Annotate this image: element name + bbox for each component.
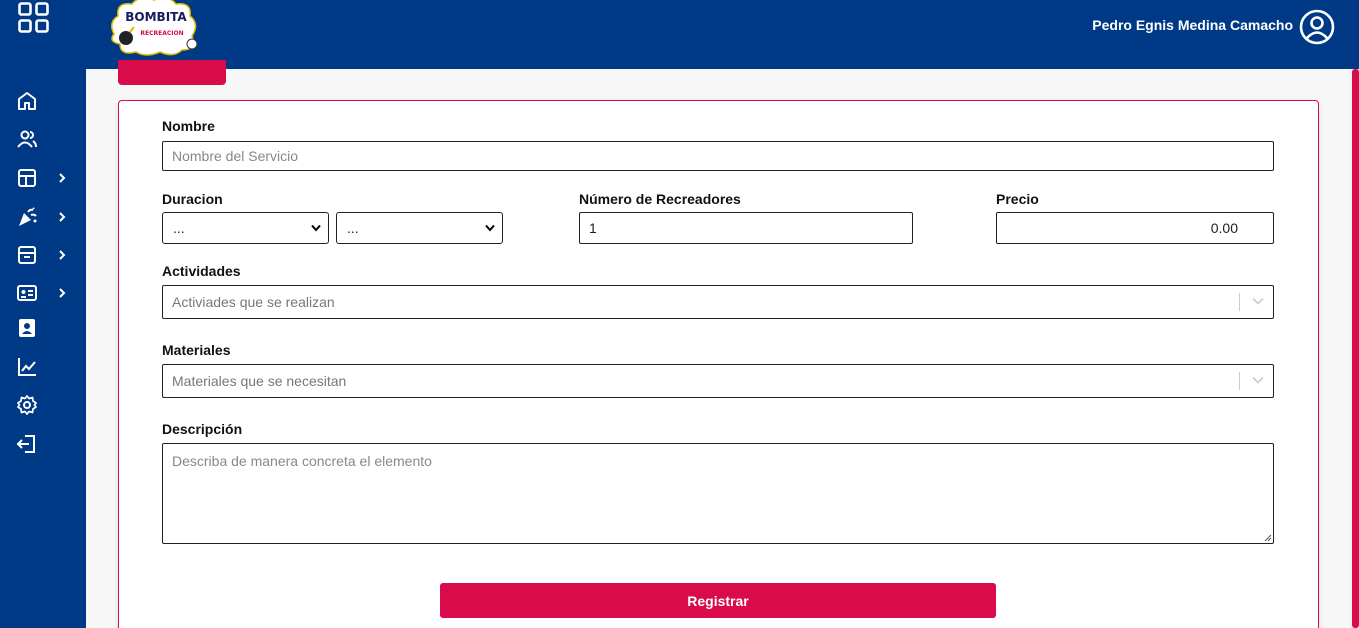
top-bar — [0, 0, 1359, 69]
materiales-placeholder: Materiales que se necesitan — [172, 373, 347, 389]
archive-icon — [18, 246, 36, 264]
contacts-icon — [19, 319, 35, 337]
chevron-right-icon — [59, 173, 66, 183]
apps-grid-icon[interactable] — [18, 2, 50, 34]
recreadores-label: Número de Recreadores — [579, 191, 741, 207]
materiales-label: Materiales — [162, 342, 231, 358]
descripcion-placeholder: Describa de manera concreta el elemento — [172, 453, 432, 469]
settings-icon — [17, 395, 37, 415]
actividades-placeholder: Activiades que se realizan — [172, 294, 335, 310]
duracion-select-2-value: ... — [347, 220, 359, 236]
sidebar-item-cards[interactable] — [16, 281, 76, 305]
logo-text-bottom: RECREACION — [140, 30, 183, 37]
chevron-down-icon[interactable] — [1252, 376, 1264, 384]
actividades-select[interactable]: Activiades que se realizan — [162, 285, 1274, 319]
duracion-label: Duracion — [162, 191, 223, 207]
sidebar — [0, 69, 86, 628]
party-icon — [19, 207, 37, 226]
sidebar-item-logout[interactable] — [16, 432, 76, 456]
nombre-label: Nombre — [162, 118, 215, 134]
sidebar-item-contacts[interactable] — [16, 316, 76, 340]
actividades-label: Actividades — [162, 263, 241, 279]
sidebar-item-settings[interactable] — [16, 393, 76, 417]
brand-logo[interactable]: BOMBITA RECREACION — [106, 0, 202, 58]
duracion-select-1[interactable]: ... — [162, 212, 329, 244]
recreadores-input[interactable]: 1 — [579, 212, 913, 244]
dropdown-separator — [1239, 372, 1240, 390]
materiales-select[interactable]: Materiales que se necesitan — [162, 364, 1274, 398]
sidebar-item-inventory[interactable] — [16, 243, 76, 267]
layout-icon — [18, 169, 36, 187]
logout-icon — [16, 435, 35, 453]
precio-input[interactable]: 0.00 — [996, 212, 1274, 244]
sidebar-item-home[interactable] — [16, 89, 76, 113]
duracion-select-2[interactable]: ... — [336, 212, 503, 244]
sidebar-item-layout[interactable] — [16, 166, 76, 190]
back-button[interactable] — [118, 60, 226, 85]
user-name[interactable]: Pedro Egnis Medina Camacho — [1092, 17, 1293, 33]
chevron-right-icon — [59, 212, 66, 222]
nombre-input[interactable]: Nombre del Servicio — [162, 141, 1274, 171]
id-card-icon — [17, 285, 37, 301]
logo-text-top: BOMBITA — [125, 10, 187, 24]
sidebar-item-reports[interactable] — [16, 355, 76, 379]
sidebar-item-users[interactable] — [16, 127, 76, 151]
chevron-down-icon — [485, 224, 495, 232]
chevron-right-icon — [59, 250, 66, 260]
sidebar-item-services[interactable] — [16, 205, 76, 229]
duracion-select-1-value: ... — [173, 220, 185, 236]
descripcion-textarea[interactable]: Describa de manera concreta el elemento — [162, 443, 1274, 544]
scrollbar-thumb[interactable] — [1352, 69, 1359, 628]
precio-label: Precio — [996, 191, 1039, 207]
descripcion-label: Descripción — [162, 421, 243, 437]
user-account-icon[interactable] — [1299, 9, 1335, 45]
chevron-down-icon[interactable] — [1252, 297, 1264, 305]
dropdown-separator — [1239, 293, 1240, 311]
home-icon — [18, 92, 36, 110]
chevron-right-icon — [59, 288, 66, 298]
chevron-down-icon — [311, 224, 321, 232]
chart-icon — [18, 358, 36, 376]
resize-handle-icon[interactable] — [1263, 533, 1272, 542]
registrar-button[interactable]: Registrar — [440, 583, 996, 618]
users-icon — [17, 130, 37, 148]
